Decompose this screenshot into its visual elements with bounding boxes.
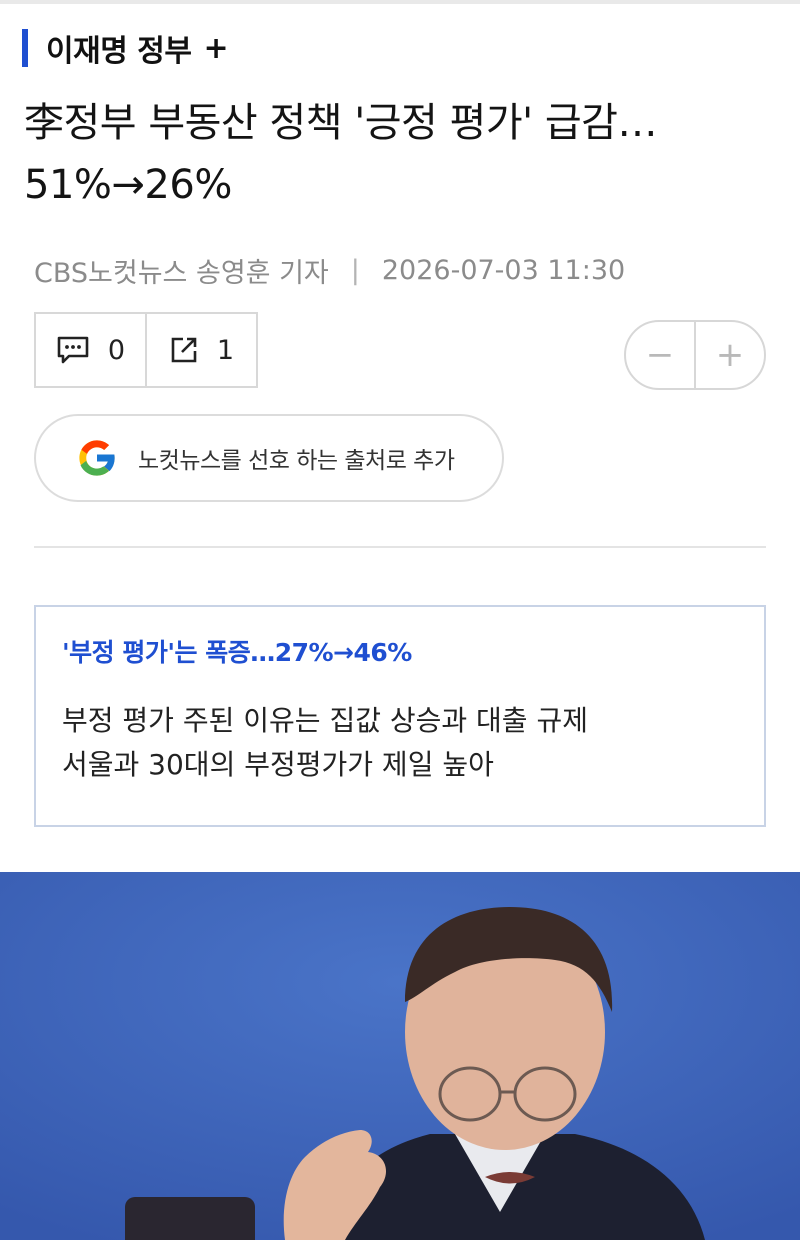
article-photo xyxy=(0,872,800,1240)
font-decrease-button[interactable]: − xyxy=(626,322,694,388)
google-g-icon xyxy=(79,440,116,476)
share-icon xyxy=(171,337,197,363)
headline-line-1: 李정부 부동산 정책 '긍정 평가' 급감… xyxy=(24,100,657,146)
article-summary-box: '부정 평가'는 폭증…27%→46% 부정 평가 주된 이유는 집값 상승과 … xyxy=(34,605,766,827)
section-label[interactable]: 이재명 정부 xyxy=(46,26,192,70)
byline-separator: | xyxy=(350,254,360,286)
font-increase-button[interactable]: + xyxy=(694,322,764,388)
summary-headline: '부정 평가'는 폭증…27%→46% xyxy=(62,638,412,667)
article-headline: 李정부 부동산 정책 '긍정 평가' 급감… 51%→26% xyxy=(24,92,776,216)
section-accent-bar xyxy=(22,29,28,67)
headline-line-2: 51%→26% xyxy=(24,162,232,208)
google-preferred-source-button[interactable]: 노컷뉴스를 선호 하는 출처로 추가 xyxy=(34,414,504,502)
google-button-label: 노컷뉴스를 선호 하는 출처로 추가 xyxy=(138,448,455,474)
section-tag[interactable]: 이재명 정부 + xyxy=(22,26,229,70)
person-photo-illustration xyxy=(0,872,800,1240)
content-divider xyxy=(34,546,766,548)
top-divider xyxy=(0,0,800,4)
summary-line: 서울과 30대의 부정평가가 제일 높아 xyxy=(62,748,494,781)
section-follow-button[interactable]: + xyxy=(203,31,228,66)
summary-line: 부정 평가 주된 이유는 집값 상승과 대출 규제 xyxy=(62,704,588,737)
comment-icon xyxy=(57,336,89,364)
reporter-name: CBS노컷뉴스 송영훈 기자 xyxy=(34,257,329,289)
byline: CBS노컷뉴스 송영훈 기자 | 2026-07-03 11:30 xyxy=(34,248,625,292)
share-button[interactable]: 1 xyxy=(145,314,256,386)
summary-lines: 부정 평가 주된 이유는 집값 상승과 대출 규제 서울과 30대의 부정평가가… xyxy=(62,699,738,787)
article-counters: 0 1 xyxy=(34,312,258,388)
comment-count: 0 xyxy=(107,334,126,366)
font-size-control: − + xyxy=(624,320,766,390)
share-count: 1 xyxy=(216,334,235,366)
publish-datetime: 2026-07-03 11:30 xyxy=(381,254,626,286)
comment-button[interactable]: 0 xyxy=(36,314,145,386)
